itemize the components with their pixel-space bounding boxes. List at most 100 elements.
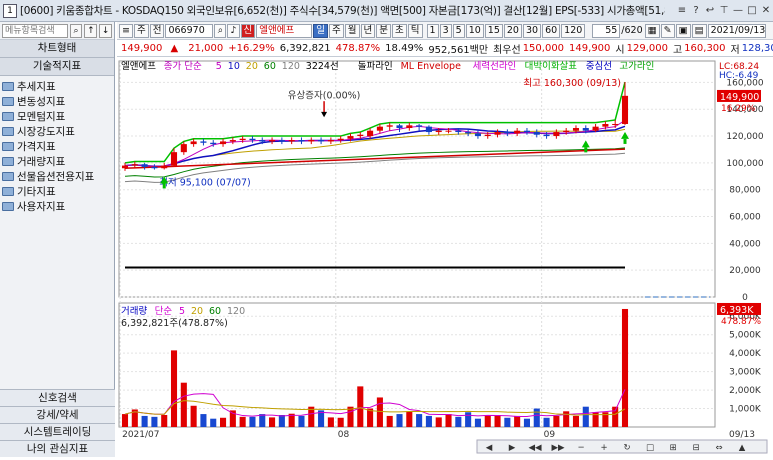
indicator-folder[interactable]: 사용자지표 — [2, 199, 112, 214]
candle-body — [141, 164, 148, 167]
interval-button[interactable]: 20 — [503, 23, 522, 38]
menu-icon[interactable]: ≡ — [119, 23, 133, 38]
volume-legend-item: 120 — [227, 306, 245, 317]
window-button-2[interactable]: ↩ — [703, 5, 717, 16]
period-button[interactable]: 주 — [329, 23, 344, 38]
scroll-control-button[interactable]: ⊟ — [692, 443, 699, 453]
search-icon[interactable]: ⌕ — [69, 23, 83, 38]
volume-bar — [445, 414, 452, 427]
stock-code-input[interactable]: 066970 — [165, 23, 214, 38]
candle-body — [327, 140, 334, 142]
window-button-4[interactable]: — — [731, 5, 745, 16]
volume-bar — [269, 417, 276, 427]
jeon-button[interactable]: 전 — [149, 23, 165, 38]
date-input[interactable]: 2021/09/13 — [707, 23, 766, 38]
stock-type-button[interactable]: 주 — [133, 23, 149, 38]
indicator-folder[interactable]: 가격지표 — [2, 139, 112, 154]
indicator-folder[interactable]: 선물옵션전용지표 — [2, 169, 112, 184]
volume-bar — [386, 415, 393, 427]
volume-bar — [327, 417, 334, 427]
indicator-folder-label: 추세지표 — [17, 81, 56, 93]
interval-button[interactable]: 1 — [426, 23, 439, 38]
scroll-control-button[interactable]: ─ — [577, 443, 584, 453]
volume-bar — [494, 415, 501, 427]
indicator-folder[interactable]: 시장강도지표 — [2, 124, 112, 139]
interval-button[interactable]: 3 — [439, 23, 452, 38]
x-axis-label: 09 — [544, 430, 556, 440]
count-input[interactable]: 55 — [592, 23, 621, 38]
scroll-control-button[interactable]: ⊞ — [669, 443, 676, 453]
scroll-control-button[interactable]: ◀ — [486, 443, 493, 453]
arrow-down-icon[interactable]: ↓ — [99, 23, 112, 38]
arrow-up-icon[interactable]: ↑ — [84, 23, 98, 38]
candle-body — [514, 130, 521, 134]
sidebar-footer-button[interactable]: 신호검색 — [0, 389, 115, 406]
candle-body — [308, 140, 315, 142]
indicator-folder[interactable]: 거래량지표 — [2, 154, 112, 169]
period-button[interactable]: 년 — [360, 23, 376, 38]
volume-bar — [220, 417, 227, 427]
interval-button[interactable]: 15 — [484, 23, 503, 38]
scroll-control-button[interactable]: ◀◀ — [528, 443, 542, 453]
window-button-3[interactable]: ⊤ — [717, 5, 731, 16]
window-button-0[interactable]: ≡ — [675, 5, 689, 16]
volume-bar — [278, 415, 285, 427]
scroll-control-button[interactable]: ↻ — [623, 443, 630, 453]
period-button[interactable]: 일 — [313, 23, 329, 38]
indicator-folder[interactable]: 추세지표 — [2, 79, 112, 94]
chart-area[interactable]: 160,000 140,000 120,000 100,000 80,000 60,000… — [117, 57, 773, 457]
period-button[interactable]: 초 — [392, 23, 407, 38]
stock-chart[interactable]: 160,000140,000120,000100,00080,00060,000… — [117, 57, 773, 457]
credit-icon[interactable]: 신 — [240, 23, 256, 38]
interval-button[interactable]: 30 — [522, 23, 542, 38]
volume-axis-label: 1,000K — [729, 405, 762, 415]
period-button[interactable]: 분 — [376, 23, 392, 38]
scroll-control-button[interactable]: ▲ — [739, 443, 746, 453]
total-count: /620 — [621, 25, 643, 36]
period-button[interactable]: 월 — [344, 23, 360, 38]
indicator-folder[interactable]: 변동성지표 — [2, 94, 112, 109]
window-button-1[interactable]: ? — [689, 5, 703, 16]
sidebar-footer-button[interactable]: 나의 관심지표 — [0, 440, 115, 457]
candle-body — [239, 138, 246, 141]
scroll-control-button[interactable]: ▶▶ — [551, 443, 565, 453]
scroll-control-button[interactable]: ⇔ — [715, 443, 722, 453]
calendar-icon[interactable]: ▤ — [691, 23, 707, 38]
indicator-folder[interactable]: 기타지표 — [2, 184, 112, 199]
indicator-folder-label: 거래량지표 — [17, 156, 66, 168]
high-label: 고 — [672, 44, 683, 56]
save-icon[interactable]: ▣ — [675, 23, 691, 38]
candle-body — [367, 130, 374, 137]
price-legend-item: 10 — [228, 61, 240, 72]
tab-technical-indicators[interactable]: 기술적지표 — [0, 58, 114, 76]
interval-button[interactable]: 60 — [542, 23, 561, 38]
window-button-5[interactable]: □ — [745, 5, 759, 16]
volume-bar — [455, 416, 462, 427]
scroll-control-button[interactable]: ▶ — [509, 443, 516, 453]
window-button-6[interactable]: ✕ — [759, 5, 773, 16]
volume-legend-item: 단순 — [155, 306, 173, 317]
interval-button[interactable]: 5 — [452, 23, 465, 38]
scroll-control-button[interactable]: + — [600, 443, 607, 453]
interval-button[interactable]: 120 — [561, 23, 586, 38]
sidebar-footer-button[interactable]: 시스템트레이딩 — [0, 423, 115, 440]
indicator-folder[interactable]: 모멘텀지표 — [2, 109, 112, 124]
price-change: 21,000 — [188, 42, 224, 54]
volume-legend-item: 5 — [179, 306, 185, 317]
turnover-ratio: 18.49% — [385, 42, 424, 54]
candle-body — [445, 130, 452, 132]
indicator-folder-label: 모멘텀지표 — [17, 111, 66, 123]
speaker-icon[interactable]: ♪ — [227, 23, 240, 38]
volume-legend-item: 거래량 — [121, 305, 147, 317]
period-button[interactable]: 틱 — [407, 23, 423, 38]
sidebar-footer-button[interactable]: 강세/약세 — [0, 406, 115, 423]
volume-bar — [484, 415, 491, 427]
scroll-control-button[interactable]: □ — [646, 443, 654, 453]
menu-search-input[interactable]: 메뉴항목검색 — [2, 23, 68, 38]
chart-toolbar: ≡ 주 전 066970 ⌕ ♪ 신 엘앤에프 일주월년분초틱 1 3 5 10 15 2… — [117, 22, 773, 40]
tools-icon[interactable]: ✎ — [660, 23, 675, 38]
search-icon[interactable]: ⌕ — [214, 23, 227, 38]
interval-button[interactable]: 10 — [465, 23, 484, 38]
tab-chart-type[interactable]: 차트형태 — [0, 40, 114, 58]
grid-icon[interactable]: ▦ — [644, 23, 660, 38]
